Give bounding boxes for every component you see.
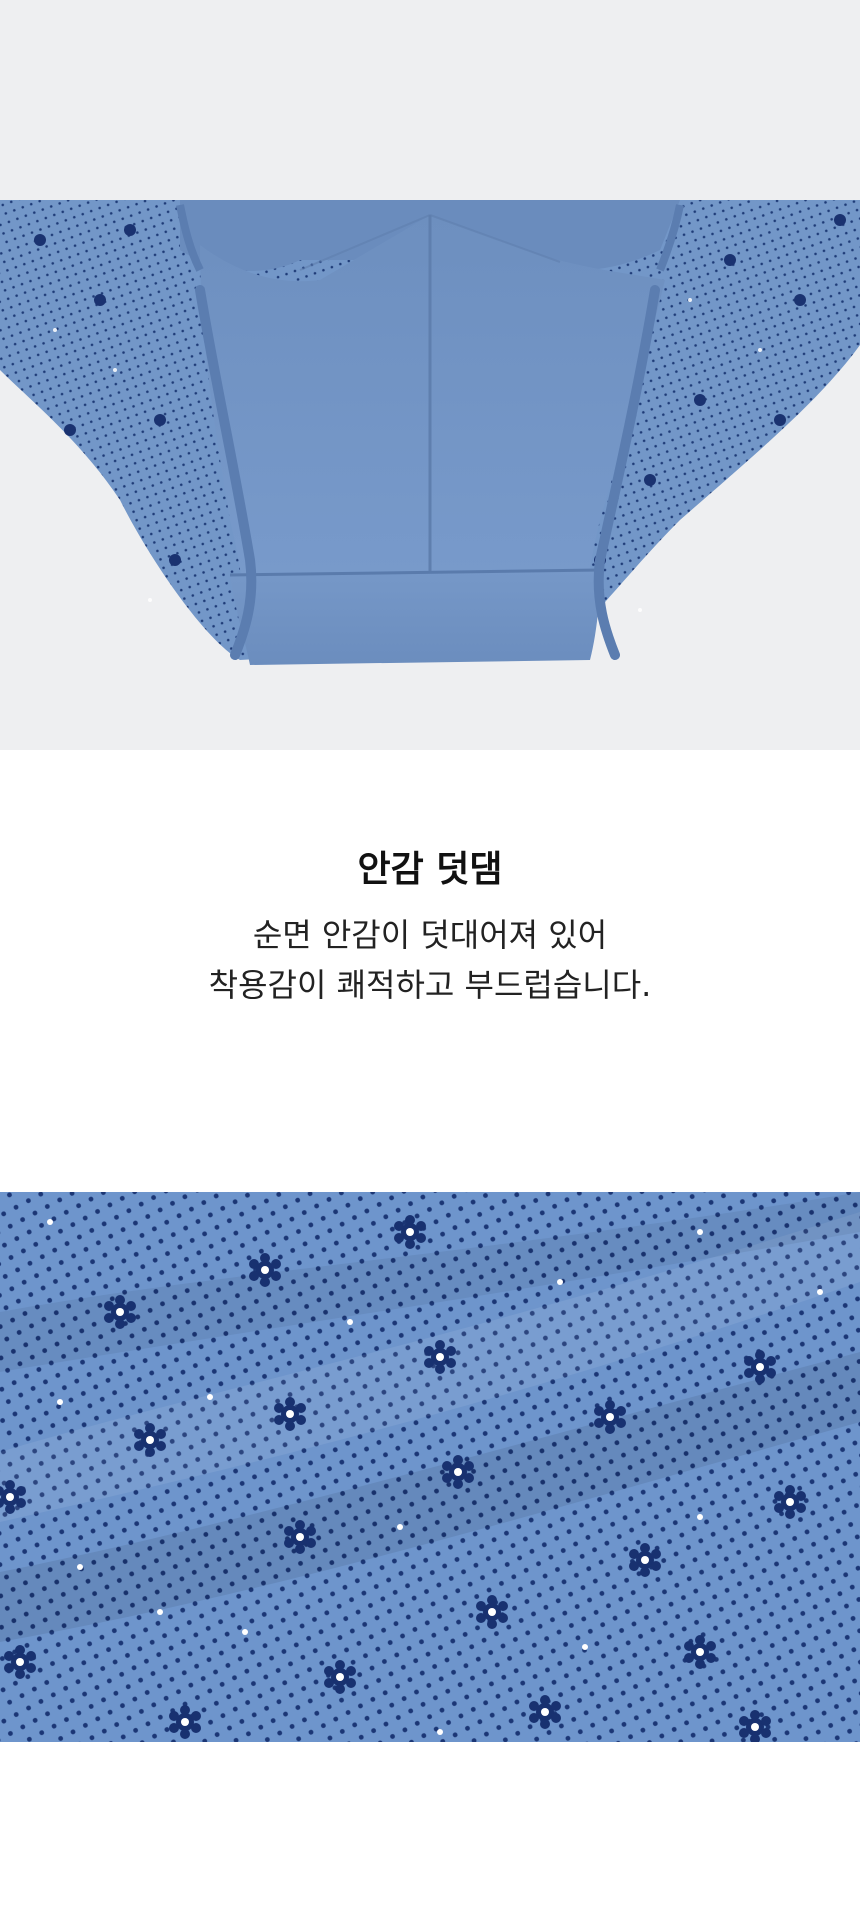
feature-caption: 안감 덧댐 순면 안감이 덧대어져 있어 착용감이 쾌적하고 부드럽습니다. [0, 750, 860, 1192]
underwear-illustration [0, 200, 860, 665]
lining-bottom-band [230, 570, 600, 665]
fabric-closeup-photo [0, 1192, 860, 1742]
feature-heading: 안감 덧댐 [357, 849, 503, 890]
fabric-pattern-illustration [0, 1192, 860, 1742]
underwear-lining-photo [0, 0, 860, 750]
feature-description-line-2: 착용감이 쾌적하고 부드럽습니다. [208, 966, 652, 1004]
footer-spacer [0, 1742, 860, 1920]
feature-description-line-1: 순면 안감이 덧대어져 있어 [252, 916, 608, 954]
